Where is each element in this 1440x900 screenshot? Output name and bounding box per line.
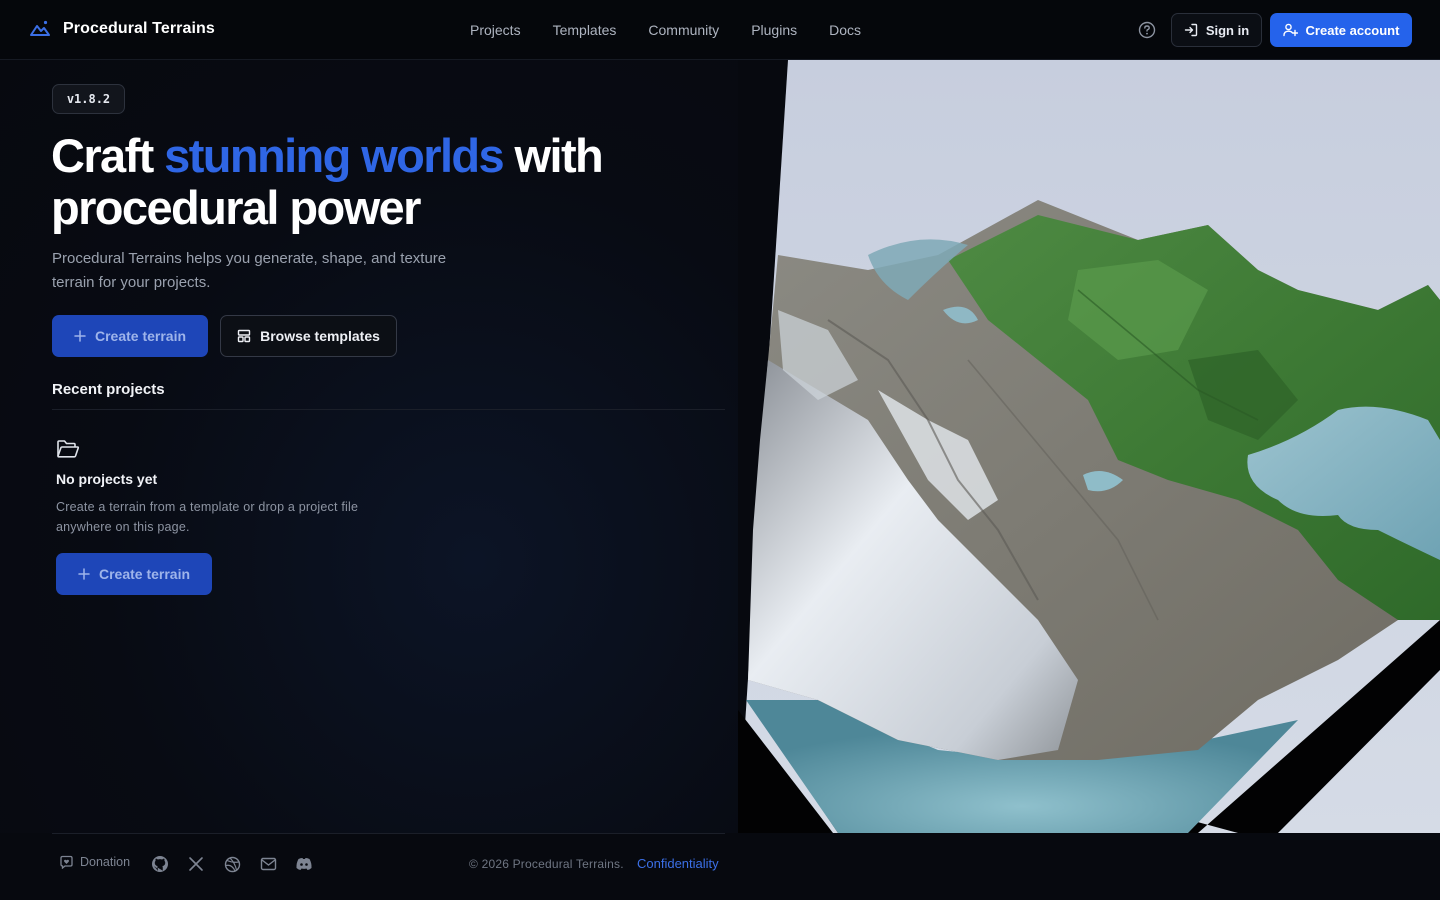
footer-divider — [52, 833, 725, 834]
help-button[interactable] — [1136, 19, 1158, 41]
hero-title-accent: stunning worlds — [164, 129, 505, 182]
empty-state-create-terrain-label: Create terrain — [98, 566, 191, 582]
help-circle-icon — [1138, 21, 1156, 39]
nav-templates[interactable]: Templates — [537, 22, 633, 38]
browse-templates-label: Browse templates — [260, 328, 380, 344]
dribbble-icon — [224, 856, 240, 872]
discord-icon — [296, 857, 312, 870]
x-icon — [189, 857, 203, 871]
empty-state-create-terrain-button[interactable]: Create terrain — [56, 553, 212, 595]
create-account-button[interactable]: Create account — [1270, 13, 1412, 47]
nav-docs[interactable]: Docs — [813, 22, 877, 38]
empty-state-description: Create a terrain from a template or drop… — [56, 500, 359, 534]
user-plus-icon — [1282, 23, 1298, 37]
version-badge: v1.8.2 — [52, 84, 125, 114]
browse-templates-button[interactable]: Browse templates — [220, 315, 397, 357]
donation-link[interactable]: Donation — [59, 855, 130, 869]
nav-community[interactable]: Community — [632, 22, 735, 38]
confidentiality-link[interactable]: Confidentiality — [637, 856, 719, 871]
templates-icon — [237, 329, 251, 343]
plus-icon — [78, 568, 90, 580]
top-navigation-bar: Procedural Terrains Projects Templates C… — [0, 0, 1440, 60]
sign-in-icon — [1184, 23, 1198, 37]
create-account-label: Create account — [1305, 22, 1400, 38]
donation-label: Donation — [80, 855, 131, 869]
mountain-logo-icon — [30, 20, 50, 36]
folder-open-icon — [57, 440, 80, 458]
heart-badge-icon — [60, 855, 73, 869]
main-nav: Projects Templates Community Plugins Doc… — [454, 0, 877, 60]
mail-icon — [260, 857, 276, 871]
sign-in-label: Sign in — [1205, 22, 1250, 38]
footer — [0, 833, 1440, 900]
brand-name: Procedural Terrains — [63, 20, 215, 37]
plus-icon — [74, 330, 86, 342]
nav-projects[interactable]: Projects — [454, 22, 537, 38]
empty-state-title: No projects yet — [56, 471, 158, 487]
hero-title-end: with — [514, 129, 604, 182]
github-link[interactable] — [151, 855, 169, 873]
copyright-text: © 2026 Procedural Terrains. — [469, 857, 624, 871]
x-link[interactable] — [187, 855, 205, 873]
terrain-image — [738, 60, 1440, 833]
nav-plugins[interactable]: Plugins — [735, 22, 813, 38]
hero-title-start: Craft — [51, 129, 154, 182]
terrain-preview — [738, 60, 1440, 833]
hero-title: Craft stunning worlds with procedural po… — [51, 130, 691, 234]
create-terrain-button[interactable]: Create terrain — [52, 315, 208, 357]
github-icon — [152, 856, 168, 872]
mail-link[interactable] — [259, 855, 277, 873]
brand[interactable]: Procedural Terrains — [29, 18, 215, 40]
hero-title-line2: procedural power — [51, 181, 421, 234]
discord-link[interactable] — [295, 855, 313, 873]
recent-projects-title: Recent projects — [52, 381, 165, 398]
hero-subtitle: Procedural Terrains helps you generate, … — [52, 250, 447, 291]
create-terrain-label: Create terrain — [94, 328, 187, 344]
sign-in-button[interactable]: Sign in — [1171, 13, 1262, 47]
divider — [52, 409, 725, 410]
dribbble-link[interactable] — [223, 855, 241, 873]
